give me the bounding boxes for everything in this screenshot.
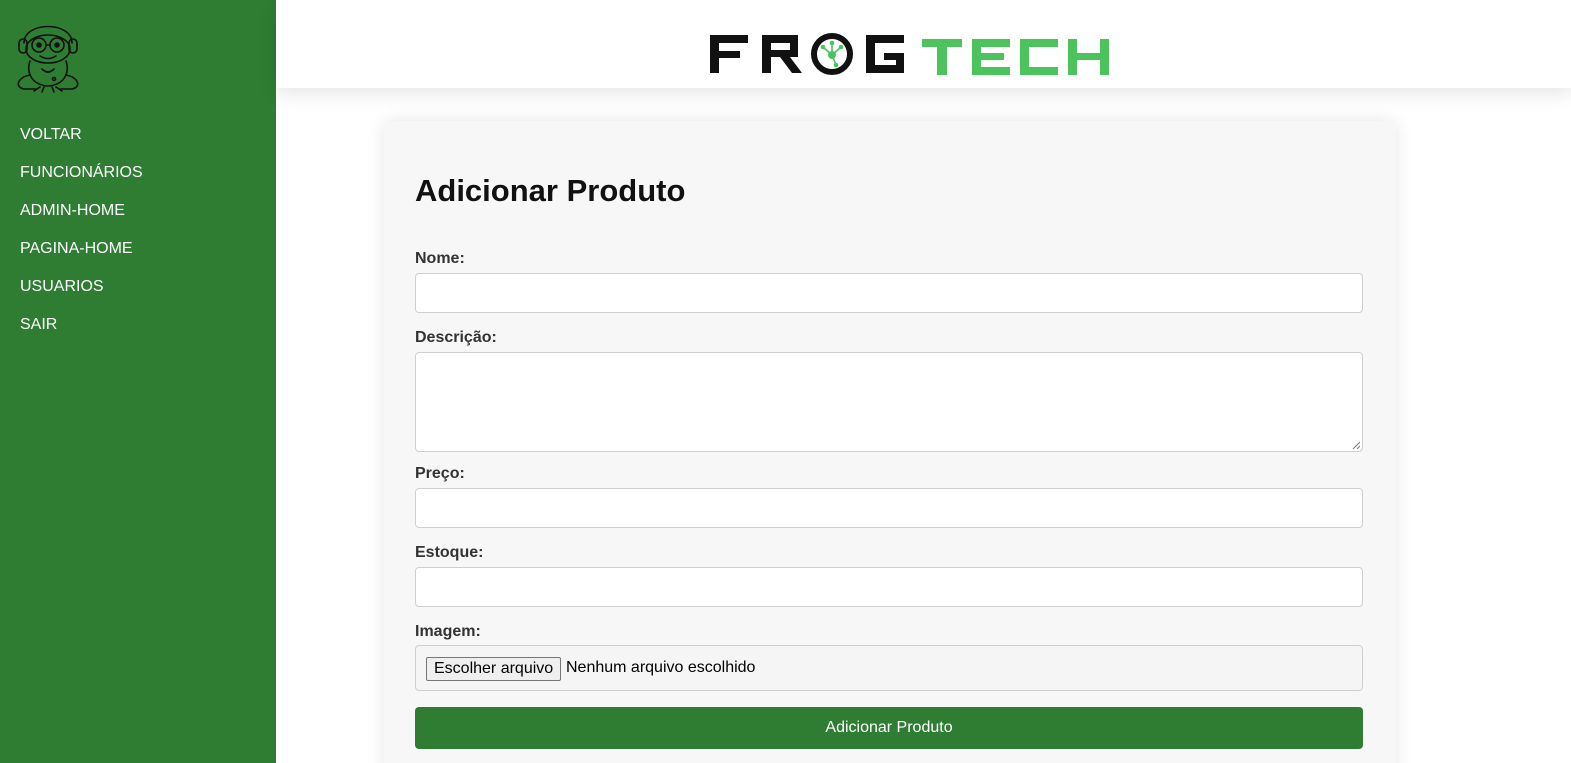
preco-label: Preço: bbox=[415, 465, 465, 482]
imagem-label: Imagem: bbox=[415, 623, 481, 640]
choose-file-button[interactable]: Escolher arquivo bbox=[426, 657, 562, 681]
nome-input[interactable] bbox=[415, 273, 1363, 313]
sidebar-item-voltar[interactable]: VOLTAR bbox=[20, 126, 143, 164]
sidebar: VOLTAR FUNCIONÁRIOS ADMIN-HOME PAGINA-HO… bbox=[0, 0, 276, 763]
top-header bbox=[276, 0, 1571, 88]
imagem-file-input: Escolher arquivo Nenhum arquivo escolhid… bbox=[415, 645, 1363, 691]
sidebar-item-pagina-home[interactable]: PAGINA-HOME bbox=[20, 240, 143, 278]
file-status-text: Nenhum arquivo escolhido bbox=[566, 659, 756, 676]
preco-input[interactable] bbox=[415, 488, 1363, 528]
sidebar-item-usuarios[interactable]: USUARIOS bbox=[20, 278, 143, 316]
frogtech-logo bbox=[710, 33, 1109, 75]
sidebar-item-funcionarios[interactable]: FUNCIONÁRIOS bbox=[20, 164, 143, 202]
descricao-textarea[interactable] bbox=[415, 352, 1363, 452]
add-product-button[interactable]: Adicionar Produto bbox=[415, 707, 1363, 749]
sidebar-nav: VOLTAR FUNCIONÁRIOS ADMIN-HOME PAGINA-HO… bbox=[20, 126, 143, 354]
estoque-input[interactable] bbox=[415, 567, 1363, 607]
add-product-card: Adicionar Produto Nome: Descrição: Preço… bbox=[384, 121, 1396, 763]
sidebar-item-sair[interactable]: SAIR bbox=[20, 316, 143, 354]
page-title: Adicionar Produto bbox=[415, 173, 686, 208]
sidebar-item-admin-home[interactable]: ADMIN-HOME bbox=[20, 202, 143, 240]
estoque-label: Estoque: bbox=[415, 544, 484, 561]
resize-grip-icon[interactable] bbox=[1352, 441, 1360, 449]
nome-label: Nome: bbox=[415, 250, 465, 267]
main-content: Adicionar Produto Nome: Descrição: Preço… bbox=[276, 0, 1571, 763]
descricao-label: Descrição: bbox=[415, 329, 497, 346]
frog-headphones-icon[interactable] bbox=[10, 13, 90, 93]
